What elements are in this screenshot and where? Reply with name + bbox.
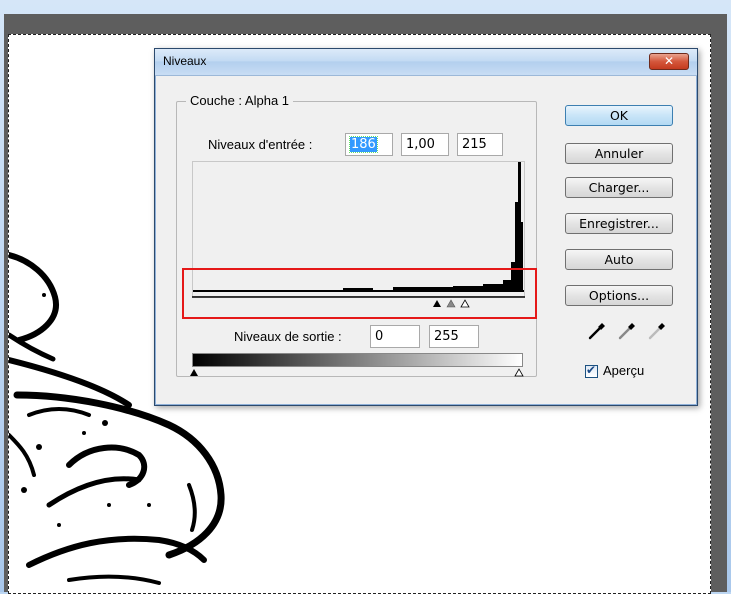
white-eyedropper-icon[interactable]: [647, 321, 667, 341]
preview-checkbox[interactable]: ✔: [585, 363, 598, 378]
close-icon[interactable]: ✕: [649, 53, 689, 70]
ok-button[interactable]: OK: [565, 105, 673, 126]
load-button[interactable]: Charger...: [565, 177, 673, 198]
output-gradient-bar: [192, 353, 523, 367]
output-levels-label: Niveaux de sortie :: [234, 329, 342, 344]
levels-dialog: Niveaux ✕ Couche : Alpha 1 Niveaux d'ent…: [154, 48, 698, 406]
preview-label[interactable]: Aperçu: [603, 363, 644, 378]
cancel-button[interactable]: Annuler: [565, 143, 673, 164]
check-icon: ✔: [586, 363, 597, 377]
auto-button[interactable]: Auto: [565, 249, 673, 270]
save-button[interactable]: Enregistrer...: [565, 213, 673, 234]
gray-eyedropper-icon[interactable]: [617, 321, 637, 341]
output-black-field[interactable]: 0: [370, 325, 420, 348]
input-black-field[interactable]: 186: [345, 133, 393, 156]
highlight-annotation: [182, 268, 537, 319]
input-levels-label: Niveaux d'entrée :: [208, 137, 313, 152]
dialog-titlebar[interactable]: Niveaux ✕: [155, 49, 697, 76]
channel-label[interactable]: Couche : Alpha 1: [186, 93, 294, 108]
input-gamma-field[interactable]: 1,00: [401, 133, 449, 156]
input-white-field[interactable]: 215: [457, 133, 503, 156]
output-white-slider-icon[interactable]: [513, 368, 525, 377]
options-button[interactable]: Options...: [565, 285, 673, 306]
black-eyedropper-icon[interactable]: [587, 321, 607, 341]
output-black-slider-icon[interactable]: [188, 368, 200, 377]
dialog-title: Niveaux: [163, 54, 207, 68]
input-black-value: 186: [349, 136, 378, 153]
output-white-field[interactable]: 255: [429, 325, 479, 348]
